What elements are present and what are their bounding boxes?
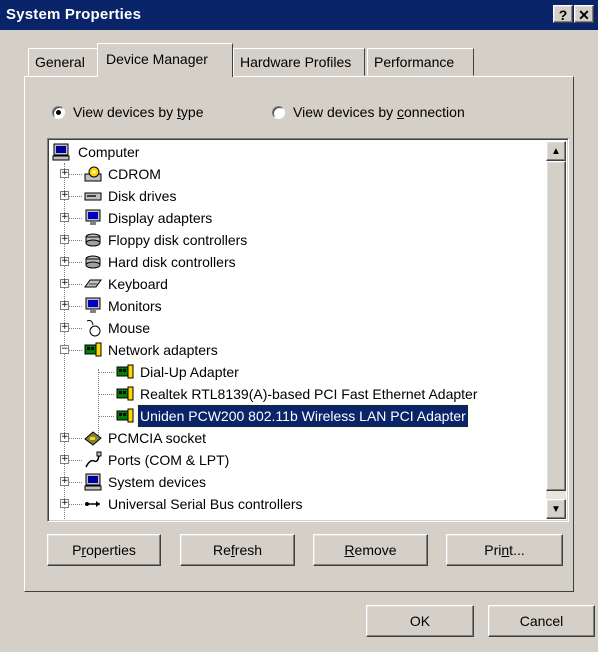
expand-icon[interactable]: + — [60, 279, 69, 288]
disk-drive-icon — [84, 192, 102, 201]
help-button[interactable]: ? — [553, 5, 573, 23]
computer-icon — [52, 143, 70, 161]
tab-general[interactable]: General — [28, 48, 98, 76]
scroll-down-arrow-icon[interactable]: ▼ — [546, 499, 566, 519]
window-title: System Properties — [6, 6, 142, 23]
expand-icon[interactable]: + — [60, 191, 69, 200]
expand-icon[interactable]: + — [60, 213, 69, 222]
scrollbar-thumb[interactable] — [546, 161, 566, 491]
expand-icon[interactable]: + — [60, 301, 69, 310]
cancel-button[interactable]: Cancel — [488, 605, 595, 637]
tab-hardware-profiles[interactable]: Hardware Profiles — [233, 48, 365, 76]
title-bar[interactable]: System Properties ? ✕ — [0, 0, 598, 30]
expand-icon[interactable]: + — [60, 235, 69, 244]
expand-icon[interactable]: + — [60, 477, 69, 486]
network-card-icon — [116, 408, 134, 423]
scroll-up-arrow-icon[interactable]: ▲ — [546, 141, 566, 161]
port-icon — [85, 451, 102, 468]
tree-content: Computer + CDROM + Disk drives + Display… — [50, 141, 544, 519]
close-button[interactable]: ✕ — [574, 5, 594, 23]
mouse-icon — [86, 320, 101, 337]
expand-icon[interactable]: + — [60, 169, 69, 178]
controller-icon — [85, 233, 101, 247]
keyboard-icon — [84, 279, 102, 288]
network-card-icon — [116, 364, 134, 379]
expand-icon[interactable]: + — [60, 433, 69, 442]
cdrom-icon — [84, 166, 102, 182]
controller-icon — [85, 255, 101, 269]
collapse-icon[interactable]: − — [60, 345, 69, 354]
tab-performance[interactable]: Performance — [367, 48, 474, 76]
expand-icon[interactable]: + — [60, 257, 69, 266]
pcmcia-icon — [84, 431, 102, 446]
expand-icon[interactable]: + — [60, 499, 69, 508]
computer-icon — [84, 473, 102, 491]
network-card-icon — [84, 342, 102, 357]
expand-icon[interactable]: + — [60, 323, 69, 332]
usb-icon — [85, 501, 100, 507]
monitor-icon — [85, 297, 101, 313]
expand-icon[interactable]: + — [60, 455, 69, 464]
network-card-icon — [116, 386, 134, 401]
tab-device-manager[interactable]: Device Manager — [97, 43, 233, 77]
vertical-scrollbar[interactable]: ▲ ▼ — [546, 141, 566, 519]
ok-button[interactable]: OK — [366, 605, 474, 637]
device-tree[interactable]: Computer + CDROM + Disk drives + Display… — [47, 138, 569, 522]
monitor-icon — [85, 209, 101, 225]
